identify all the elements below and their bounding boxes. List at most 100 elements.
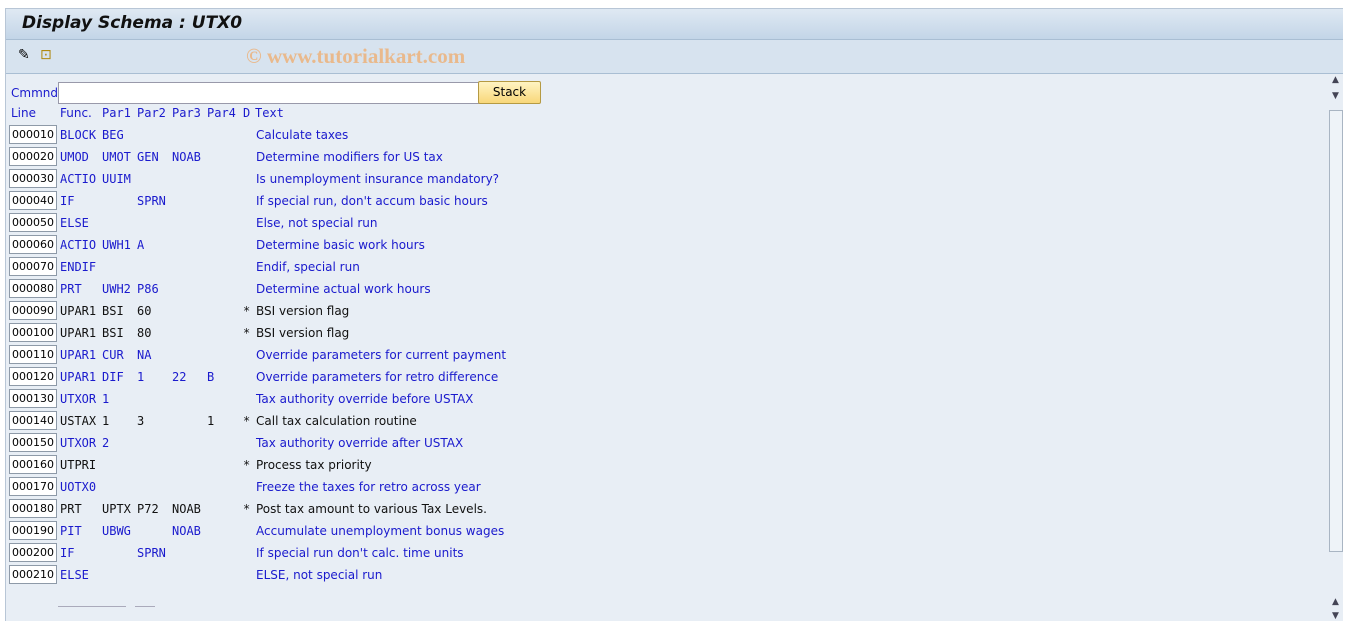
sap-window: Display Schema : UTX0 ✎ ⊡ © www.tutorial… [5,8,1343,621]
par1-cell: UBWG [102,524,131,538]
line-number-field[interactable]: 000130 [9,389,57,408]
func-cell: PRT [60,502,82,516]
line-number-field[interactable]: 000160 [9,455,57,474]
func-cell: UOTX0 [60,480,97,494]
line-number-field[interactable]: 000080 [9,279,57,298]
par2-cell: 80 [137,326,152,340]
func-cell: ELSE [60,216,89,230]
line-number-field[interactable]: 000090 [9,301,57,320]
par2-cell: 60 [137,304,152,318]
text-cell: Tax authority override after USTAX [256,436,464,450]
par3-cell: NOAB [172,524,201,538]
func-cell: UTXOR [60,392,97,406]
func-cell: UTPRI [60,458,97,472]
par2-cell: 3 [137,414,145,428]
func-cell: IF [60,194,75,208]
line-number-field[interactable]: 000050 [9,213,57,232]
par2-cell: A [137,238,145,252]
line-number-field[interactable]: 000200 [9,543,57,562]
text-cell: Is unemployment insurance mandatory? [256,172,500,186]
par2-cell: SPRN [137,194,166,208]
par2-cell: GEN [137,150,159,164]
par2-cell: NA [137,348,152,362]
header-d: D [243,106,251,120]
func-cell: ENDIF [60,260,97,274]
par1-cell: BSI [102,304,124,318]
text-cell: Determine basic work hours [256,238,425,252]
header-par4: Par4 [207,106,236,120]
text-cell: ELSE, not special run [256,568,383,582]
text-cell: BSI version flag [256,326,350,340]
line-number-field[interactable]: 000170 [9,477,57,496]
par3-cell: NOAB [172,150,201,164]
scroll-up-icon[interactable]: ▲ [1328,597,1343,611]
line-number-field[interactable]: 000210 [9,565,57,584]
par1-cell: BSI [102,326,124,340]
text-cell: Calculate taxes [256,128,349,142]
func-cell: UPAR1 [60,326,97,340]
watermark: © www.tutorialkart.com [246,44,466,68]
par3-cell: 22 [172,370,187,384]
line-number-field[interactable]: 000140 [9,411,57,430]
line-number-field[interactable]: 000060 [9,235,57,254]
text-cell: Post tax amount to various Tax Levels. [256,502,487,516]
line-number-field[interactable]: 000070 [9,257,57,276]
text-cell: Freeze the taxes for retro across year [256,480,481,494]
line-number-field[interactable]: 000030 [9,169,57,188]
par3-cell: NOAB [172,502,201,516]
line-number-field[interactable]: 000150 [9,433,57,452]
title-bar: Display Schema : UTX0 [6,9,1343,40]
stack-button[interactable]: Stack [478,81,541,104]
vertical-scrollbar[interactable]: ▲ ▼ ▲ ▼ [1328,73,1343,621]
d-cell: * [243,502,251,516]
par2-cell: SPRN [137,546,166,560]
command-label: Cmmnd [11,86,58,100]
application-toolbar: ✎ ⊡ © www.tutorialkart.com [6,40,1343,74]
hierarchy-icon[interactable]: ⊡ [40,47,52,63]
command-input[interactable] [58,82,480,104]
header-par2: Par2 [137,106,166,120]
divider [135,606,155,607]
par4-cell: 1 [207,414,215,428]
par1-cell: BEG [102,128,124,142]
line-number-field[interactable]: 000110 [9,345,57,364]
func-cell: BLOCK [60,128,97,142]
line-number-field[interactable]: 000180 [9,499,57,518]
func-cell: PRT [60,282,82,296]
line-number-field[interactable]: 000010 [9,125,57,144]
scroll-down-icon[interactable]: ▼ [1328,611,1343,625]
text-cell: Override parameters for retro difference [256,370,499,384]
func-cell: IF [60,546,75,560]
page-title: Display Schema : UTX0 [22,13,243,33]
par1-cell: CUR [102,348,124,362]
func-cell: ACTIO [60,172,97,186]
func-cell: UPAR1 [60,370,97,384]
line-number-field[interactable]: 000020 [9,147,57,166]
scroll-down-icon[interactable]: ▼ [1328,91,1343,105]
func-cell: PIT [60,524,82,538]
d-cell: * [243,304,251,318]
par4-cell: B [207,370,215,384]
par1-cell: UPTX [102,502,131,516]
line-number-field[interactable]: 000100 [9,323,57,342]
par1-cell: DIF [102,370,124,384]
text-cell: Endif, special run [256,260,360,274]
line-number-field[interactable]: 000190 [9,521,57,540]
scroll-up-icon[interactable]: ▲ [1328,75,1343,89]
text-cell: If special run don't calc. time units [256,546,464,560]
scroll-thumb[interactable] [1329,110,1343,552]
header-text: Text [255,106,284,120]
line-number-field[interactable]: 000120 [9,367,57,386]
par1-cell: 2 [102,436,110,450]
par1-cell: UWH1 [102,238,131,252]
text-cell: Call tax calculation routine [256,414,417,428]
line-number-field[interactable]: 000040 [9,191,57,210]
header-par3: Par3 [172,106,201,120]
par1-cell: UWH2 [102,282,131,296]
d-cell: * [243,326,251,340]
display-change-icon[interactable]: ✎ [18,47,30,63]
func-cell: UMOD [60,150,89,164]
text-cell: If special run, don't accum basic hours [256,194,488,208]
par2-cell: P86 [137,282,159,296]
par1-cell: UMOT [102,150,131,164]
